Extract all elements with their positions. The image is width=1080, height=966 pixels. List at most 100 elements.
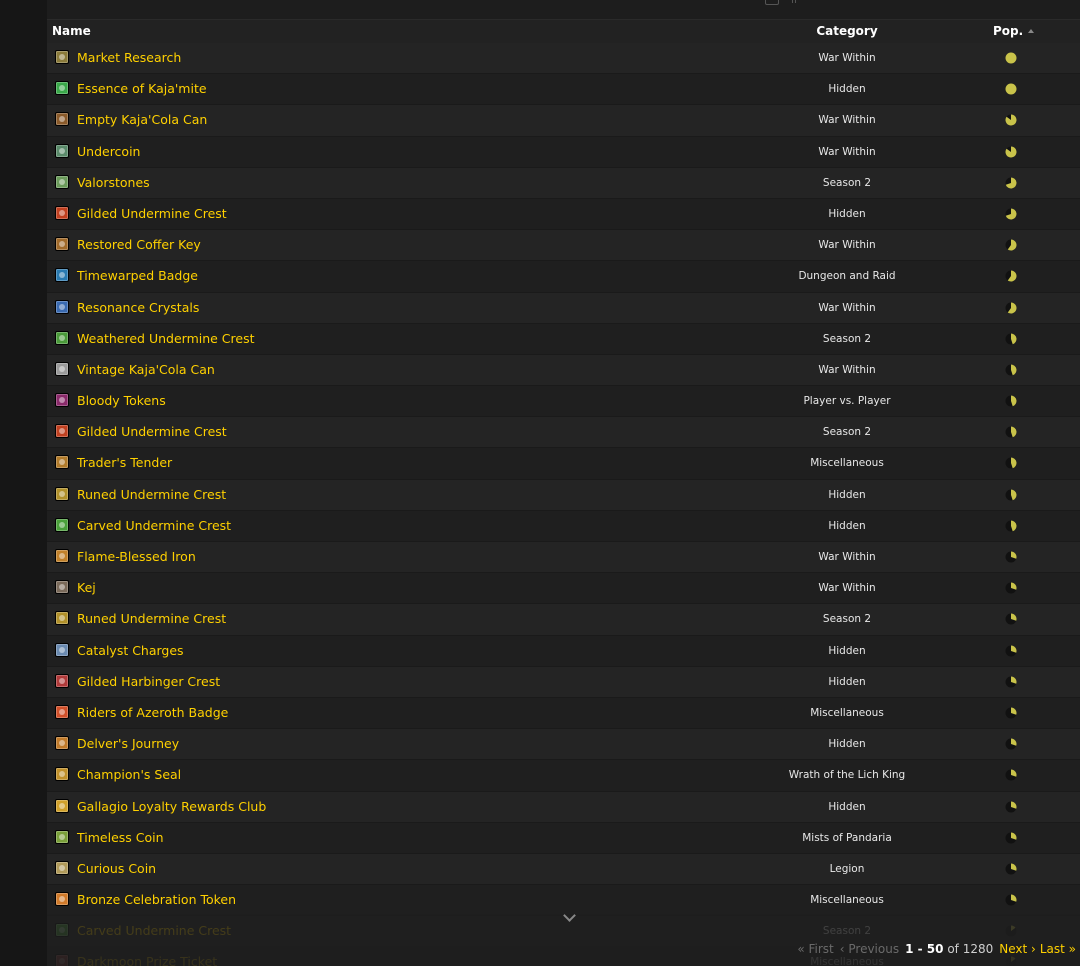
green-slime-icon xyxy=(55,81,69,96)
currency-category: Player vs. Player xyxy=(803,395,891,408)
table-row[interactable]: Bloody Tokens Player vs. Player xyxy=(47,386,1080,418)
page: Name Category Pop. Market Research War Wi… xyxy=(0,0,1080,966)
table-row[interactable]: Gilded Undermine Crest Hidden xyxy=(47,198,1080,231)
currency-name-link[interactable]: Empty Kaja'Cola Can xyxy=(77,105,207,135)
currency-name-link[interactable]: Valorstones xyxy=(77,168,150,198)
popularity-pie-icon xyxy=(1005,582,1017,594)
table-row[interactable]: Market Research War Within xyxy=(47,43,1080,75)
currency-name-link[interactable]: Gilded Undermine Crest xyxy=(77,417,227,447)
table-row[interactable]: Runed Undermine Crest Season 2 xyxy=(47,604,1080,636)
currency-name-link[interactable]: Runed Undermine Crest xyxy=(77,604,226,634)
table-row[interactable]: Gallagio Loyalty Rewards Club Hidden xyxy=(47,791,1080,823)
table-row[interactable]: Curious Coin Legion xyxy=(47,853,1080,886)
currency-category: War Within xyxy=(818,52,876,64)
crystal-icon xyxy=(55,299,69,314)
pagination-next[interactable]: Next › xyxy=(999,942,1036,956)
currency-name-link[interactable]: Carved Undermine Crest xyxy=(77,511,231,541)
table-row[interactable]: Delver's Journey Hidden xyxy=(47,729,1080,761)
popularity-pie-icon xyxy=(1005,114,1017,126)
currency-name-link[interactable]: Delver's Journey xyxy=(77,729,179,759)
table-row[interactable]: Undercoin War Within xyxy=(47,136,1080,168)
currency-name-link[interactable]: Runed Undermine Crest xyxy=(77,480,226,510)
currency-name-link[interactable]: Gilded Harbinger Crest xyxy=(77,667,220,697)
table-row[interactable]: Kej War Within xyxy=(47,573,1080,605)
popularity-pie-icon xyxy=(1005,613,1017,625)
currency-table-panel: Name Category Pop. Market Research War Wi… xyxy=(47,0,1080,966)
currency-name-link[interactable]: Riders of Azeroth Badge xyxy=(77,698,228,728)
column-header-name[interactable]: Name xyxy=(52,20,91,43)
coin-icon xyxy=(55,143,69,158)
table-row[interactable]: Champion's Seal Wrath of the Lich King xyxy=(47,760,1080,792)
currency-name-link[interactable]: Curious Coin xyxy=(77,854,156,884)
currency-category: War Within xyxy=(818,551,876,563)
currency-category: Season 2 xyxy=(822,176,872,189)
currency-name-link[interactable]: Gallagio Loyalty Rewards Club xyxy=(77,792,266,822)
currency-name-link[interactable]: Restored Coffer Key xyxy=(77,230,201,260)
popularity-pie-icon xyxy=(1005,801,1017,812)
copy-icon[interactable] xyxy=(765,0,779,5)
popularity-pie-icon xyxy=(1005,863,1017,875)
table-row[interactable]: Bronze Celebration Token Miscellaneous xyxy=(47,885,1080,917)
popularity-pie-icon xyxy=(1005,270,1017,282)
badge-icon xyxy=(55,268,69,283)
can-icon xyxy=(55,112,69,127)
currency-name-link[interactable]: Catalyst Charges xyxy=(77,636,184,666)
table-row[interactable]: Restored Coffer Key War Within xyxy=(47,230,1080,262)
table-row[interactable]: Valorstones Season 2 xyxy=(47,167,1080,199)
currency-name-link[interactable]: Bronze Celebration Token xyxy=(77,885,236,915)
can-icon xyxy=(55,361,69,376)
table-row[interactable]: Riders of Azeroth Badge Miscellaneous xyxy=(47,697,1080,730)
currency-name-link[interactable]: Vintage Kaja'Cola Can xyxy=(77,355,215,385)
table-row[interactable]: Timewarped Badge Dungeon and Raid xyxy=(47,261,1080,293)
table-row[interactable]: Essence of Kaja'mite Hidden xyxy=(47,74,1080,106)
currency-name-link[interactable]: Gilded Undermine Crest xyxy=(77,199,227,229)
table-row[interactable]: Weathered Undermine Crest Season 2 xyxy=(47,323,1080,355)
table-row[interactable]: Timeless Coin Mists of Pandaria xyxy=(47,822,1080,854)
table-row[interactable]: Carved Undermine Crest Hidden xyxy=(47,510,1080,542)
token-icon xyxy=(55,892,69,907)
table-body: Market Research War Within Essence of Kaja… xyxy=(47,43,1080,966)
table-row[interactable]: Resonance Crystals War Within xyxy=(47,292,1080,324)
table-row[interactable]: Flame-Blessed Iron War Within xyxy=(47,542,1080,574)
currency-category: Hidden xyxy=(828,675,866,688)
currency-name-link[interactable]: Bloody Tokens xyxy=(77,386,166,416)
currency-name-link[interactable]: Kej xyxy=(77,573,96,603)
popularity-pie-icon xyxy=(1005,520,1017,532)
currency-name-link[interactable]: Timeless Coin xyxy=(77,823,164,853)
iron-icon xyxy=(55,549,69,563)
table-row[interactable]: Runed Undermine Crest Hidden xyxy=(47,479,1080,511)
currency-category: War Within xyxy=(818,114,876,127)
currency-name-link[interactable]: Timewarped Badge xyxy=(77,261,198,291)
currency-name-link[interactable]: Undercoin xyxy=(77,137,140,167)
popularity-pie-icon xyxy=(1005,333,1017,345)
currency-name-link[interactable]: Champion's Seal xyxy=(77,760,181,790)
currency-name-link[interactable]: Flame-Blessed Iron xyxy=(77,542,196,572)
divider-icon xyxy=(792,0,796,3)
currency-name-link[interactable]: Trader's Tender xyxy=(77,448,172,478)
table-row[interactable]: Gilded Harbinger Crest Hidden xyxy=(47,666,1080,698)
currency-category: Season 2 xyxy=(822,426,872,439)
column-header-category[interactable]: Category xyxy=(747,20,947,43)
currency-category: Hidden xyxy=(828,207,866,220)
currency-name-link[interactable]: Essence of Kaja'mite xyxy=(77,74,207,104)
table-row[interactable]: Gilded Undermine Crest Season 2 xyxy=(47,417,1080,449)
currency-category: Miscellaneous xyxy=(810,894,884,907)
currency-category: Hidden xyxy=(828,83,866,96)
currency-category: Miscellaneous xyxy=(810,706,884,719)
popularity-pie-icon xyxy=(1005,177,1017,189)
currency-name-link[interactable]: Market Research xyxy=(77,43,181,73)
table-row[interactable]: Empty Kaja'Cola Can War Within xyxy=(47,105,1080,137)
catalyst-icon xyxy=(55,642,69,657)
pagination-info: 1 - 50 of 1280 xyxy=(905,942,993,956)
currency-name-link[interactable]: Weathered Undermine Crest xyxy=(77,324,255,354)
table-row[interactable]: Trader's Tender Miscellaneous xyxy=(47,448,1080,480)
pagination-last[interactable]: Last » xyxy=(1040,942,1076,956)
currency-name-link[interactable]: Resonance Crystals xyxy=(77,293,199,323)
currency-category: Miscellaneous xyxy=(810,457,884,470)
popularity-pie-icon xyxy=(1005,645,1017,657)
column-header-popularity[interactable]: Pop. xyxy=(993,20,1035,43)
popularity-pie-icon xyxy=(1005,457,1017,469)
popularity-pie-icon xyxy=(1005,208,1017,220)
table-row[interactable]: Vintage Kaja'Cola Can War Within xyxy=(47,354,1080,387)
table-row[interactable]: Catalyst Charges Hidden xyxy=(47,635,1080,667)
